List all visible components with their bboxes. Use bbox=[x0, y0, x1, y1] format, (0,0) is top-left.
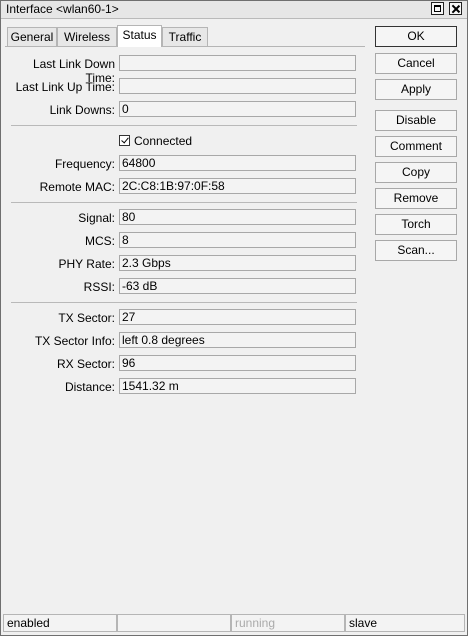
comment-button[interactable]: Comment bbox=[375, 136, 457, 157]
frequency-field: 64800 bbox=[119, 155, 356, 171]
status-slave: slave bbox=[345, 614, 465, 632]
remove-button[interactable]: Remove bbox=[375, 188, 457, 209]
row-last-link-down-time: Last Link Down Time: bbox=[5, 55, 365, 85]
row-remote-mac: Remote MAC: 2C:C8:1B:97:0F:58 bbox=[5, 178, 365, 196]
cancel-button[interactable]: Cancel bbox=[375, 53, 457, 74]
rssi-label: RSSI: bbox=[83, 280, 115, 294]
link-downs-label: Link Downs: bbox=[49, 103, 115, 117]
mcs-label: MCS: bbox=[85, 234, 115, 248]
signal-field: 80 bbox=[119, 209, 356, 225]
mcs-field: 8 bbox=[119, 232, 356, 248]
remote-mac-field: 2C:C8:1B:97:0F:58 bbox=[119, 178, 356, 194]
row-tx-sector-info: TX Sector Info: left 0.8 degrees bbox=[5, 332, 365, 350]
phy-rate-label: PHY Rate: bbox=[58, 257, 115, 271]
rssi-field: -63 dB bbox=[119, 278, 356, 294]
row-frequency: Frequency: 64800 bbox=[5, 155, 365, 173]
row-signal: Signal: 80 bbox=[5, 209, 365, 227]
tab-wireless[interactable]: Wireless bbox=[57, 27, 117, 46]
row-tx-sector: TX Sector: 27 bbox=[5, 309, 365, 327]
row-link-downs: Link Downs: 0 bbox=[5, 101, 365, 119]
connected-label: Connected bbox=[134, 134, 193, 148]
separator bbox=[11, 125, 357, 126]
status-running: running bbox=[231, 614, 345, 632]
status-bar: enabled running slave bbox=[3, 614, 467, 632]
distance-label: Distance: bbox=[64, 380, 115, 394]
interface-window: Interface <wlan60-1> General Wireless St… bbox=[0, 0, 468, 636]
phy-rate-field: 2.3 Gbps bbox=[119, 255, 356, 271]
maximize-icon[interactable] bbox=[431, 2, 444, 15]
torch-button[interactable]: Torch bbox=[375, 214, 457, 235]
signal-label: Signal: bbox=[78, 211, 115, 225]
apply-button[interactable]: Apply bbox=[375, 79, 457, 100]
close-icon[interactable] bbox=[449, 2, 462, 15]
row-last-link-up-time: Last Link Up Time: bbox=[5, 78, 365, 96]
tx-sector-label: TX Sector: bbox=[58, 311, 115, 325]
row-distance: Distance: 1541.32 m bbox=[5, 378, 365, 396]
ok-button[interactable]: OK bbox=[375, 26, 457, 47]
tx-sector-field: 27 bbox=[119, 309, 356, 325]
link-downs-field: 0 bbox=[119, 101, 356, 117]
window-title: Interface <wlan60-1> bbox=[6, 2, 119, 16]
row-mcs: MCS: 8 bbox=[5, 232, 365, 250]
tx-sector-info-field: left 0.8 degrees bbox=[119, 332, 356, 348]
tx-sector-info-label: TX Sector Info: bbox=[34, 334, 115, 348]
status-empty bbox=[117, 614, 231, 632]
last-link-up-time-label: Last Link Up Time: bbox=[15, 80, 115, 94]
row-rx-sector: RX Sector: 96 bbox=[5, 355, 365, 373]
row-phy-rate: PHY Rate: 2.3 Gbps bbox=[5, 255, 365, 273]
frequency-label: Frequency: bbox=[54, 157, 115, 171]
tab-status[interactable]: Status bbox=[117, 25, 162, 47]
tab-general[interactable]: General bbox=[7, 27, 57, 46]
tab-traffic[interactable]: Traffic bbox=[162, 27, 208, 46]
remote-mac-label: Remote MAC: bbox=[39, 180, 115, 194]
status-panel: Last Link Down Time: Last Link Up Time: … bbox=[5, 46, 365, 608]
copy-button[interactable]: Copy bbox=[375, 162, 457, 183]
last-link-down-time-field bbox=[119, 55, 356, 71]
rx-sector-label: RX Sector: bbox=[56, 357, 115, 371]
rx-sector-field: 96 bbox=[119, 355, 356, 371]
title-bar[interactable]: Interface <wlan60-1> bbox=[1, 1, 467, 19]
row-rssi: RSSI: -63 dB bbox=[5, 278, 365, 296]
separator bbox=[11, 202, 357, 203]
disable-button[interactable]: Disable bbox=[375, 110, 457, 131]
separator bbox=[11, 302, 357, 303]
status-enabled: enabled bbox=[3, 614, 117, 632]
connected-checkbox[interactable] bbox=[119, 135, 130, 146]
last-link-up-time-field bbox=[119, 78, 356, 94]
scan-button[interactable]: Scan... bbox=[375, 240, 457, 261]
distance-field: 1541.32 m bbox=[119, 378, 356, 394]
